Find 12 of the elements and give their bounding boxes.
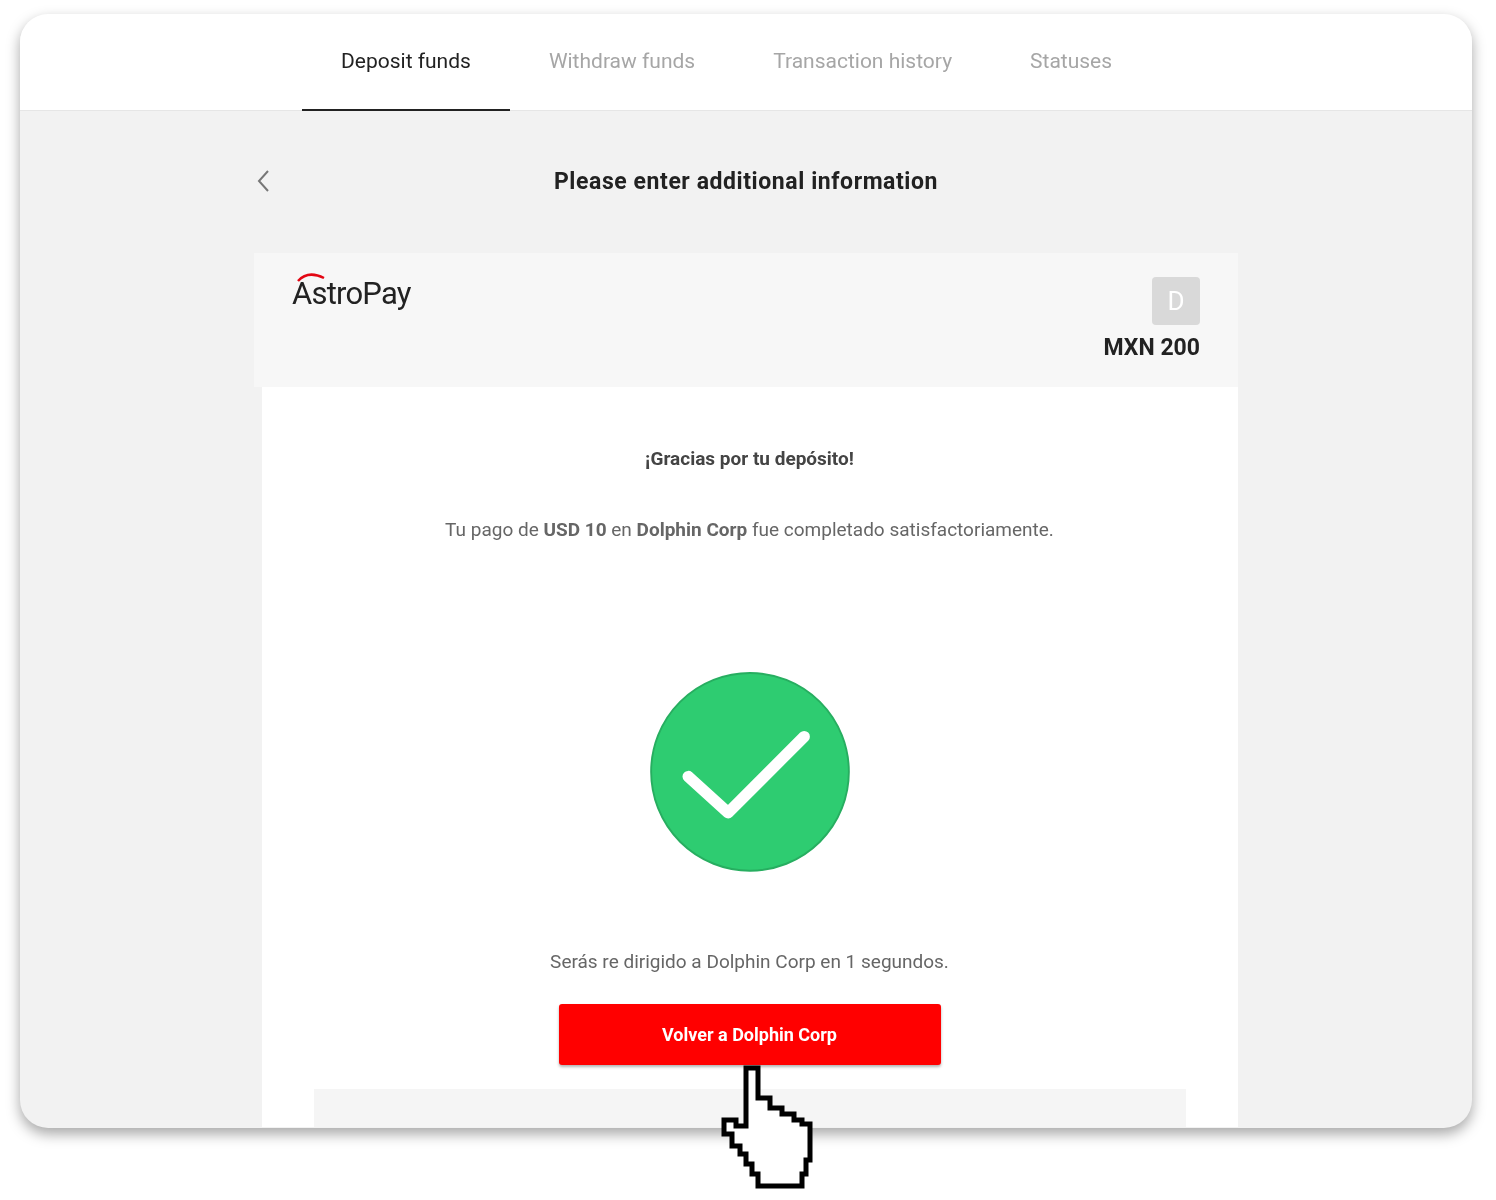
payment-message: Tu pago de USD 10 en Dolphin Corp fue completado satisfactoriamente. — [445, 516, 1054, 543]
chevron-left-icon — [257, 169, 271, 193]
amount: MXN 200 — [1103, 333, 1200, 363]
tab[interactable]: Withdraw funds — [509, 14, 735, 111]
thank-you-heading: ¡Gracias por tu depósito! — [645, 446, 854, 472]
tab[interactable]: Transaction history — [734, 14, 992, 111]
logo: AstroPay — [292, 272, 411, 311]
tab[interactable]: Statuses — [991, 14, 1152, 111]
page-title: Please enter additional information — [553, 166, 939, 197]
redirect-message: Serás re dirigido a Dolphin Corp en 1 segundos. — [550, 948, 949, 975]
return-button[interactable]: Volver a Dolphin Corp — [558, 1004, 941, 1065]
tab[interactable]: Deposit funds — [302, 14, 510, 111]
